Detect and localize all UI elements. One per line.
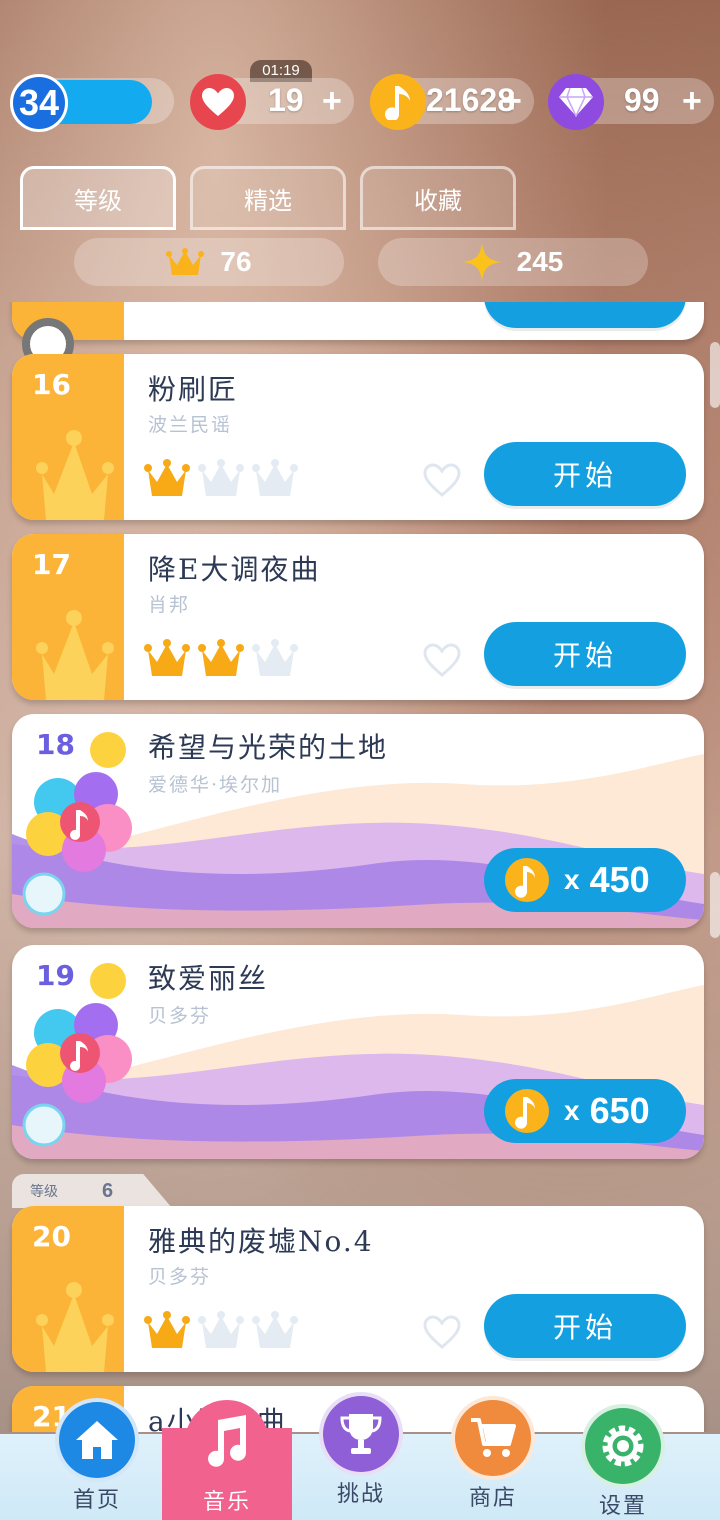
price-multiplier: x [564,864,580,895]
crown-empty-icon [252,639,298,676]
nav-shop[interactable]: 商店 [428,1396,558,1518]
add-lives-button[interactable]: + [322,82,342,121]
nav-music[interactable]: 音乐 [162,1400,292,1520]
crown-empty-icon [252,459,298,496]
nav-shop-label: 商店 [468,1486,517,1511]
crown-rating [144,458,298,498]
price-value: 450 [589,859,650,900]
unlock-price-button[interactable]: x 650 [484,1079,686,1143]
crown-icon [144,1311,190,1348]
music-note-coin-icon [370,74,426,130]
crowns-count: 76 [220,246,252,277]
song-card-18[interactable]: 18 希望与光荣的土地 爱德华·埃尔加 x 450 [12,714,704,928]
heart-icon [190,74,246,130]
nav-settings[interactable]: 设置 [558,1404,688,1520]
start-button[interactable]: 开始 [484,622,686,686]
song-number: 19 [36,959,75,992]
song-number: 18 [36,728,75,761]
song-artist: 贝多芬 [148,1266,212,1288]
gear-icon [581,1404,665,1488]
level-group-tag: 等级 6 [12,1174,172,1208]
crown-icon [144,459,190,496]
nav-challenge-label: 挑战 [336,1482,385,1507]
song-artist: 波兰民谣 [148,414,233,436]
add-gems-button[interactable]: + [682,82,702,121]
song-card-19[interactable]: 19 致爱丽丝 贝多芬 x 650 [12,945,704,1159]
crown-icon [198,639,244,676]
scrollbar-thumb-secondary[interactable] [710,872,720,938]
sparkle-star-icon [462,243,501,281]
trophy-icon [319,1392,403,1476]
start-button[interactable]: 开始 [484,1294,686,1358]
music-note-icon [185,1400,269,1484]
song-title: 降E大调夜曲 [148,553,321,586]
cart-icon [451,1396,535,1480]
stars-count: 245 [516,246,564,277]
song-title: 致爱丽丝 [148,962,269,995]
price-value: 650 [589,1090,650,1131]
song-title: 希望与光荣的土地 [148,731,389,764]
music-note-coin-icon [505,1089,549,1133]
song-artist: 爱德华·埃尔加 [148,774,283,796]
crown-rating [144,638,298,678]
favorite-heart-icon[interactable] [422,462,462,498]
diamond-icon [548,74,604,130]
scrollbar-thumb[interactable] [710,342,720,408]
group-number: 6 [102,1179,114,1202]
add-coins-button[interactable]: + [502,82,522,121]
song-number: 17 [32,548,71,581]
tab-favorites[interactable]: 收藏 [360,166,516,230]
stars-stat: 245 [378,238,648,286]
music-note-coin-icon [505,858,549,902]
song-number: 20 [32,1220,71,1253]
crowns-stat: 76 [74,238,344,286]
song-artist: 肖邦 [148,594,191,616]
tab-featured[interactable]: 精选 [190,166,346,230]
crown-empty-icon [198,459,244,496]
nav-music-label: 音乐 [202,1490,251,1515]
unlock-price-button[interactable]: x 450 [484,848,686,912]
nav-home[interactable]: 首页 [32,1398,162,1520]
song-card-17[interactable]: 17 降E大调夜曲 肖邦 开始 [12,534,704,700]
lives-count: 19 [268,82,304,118]
song-title: 粉刷匠 [148,373,239,406]
nav-home-label: 首页 [72,1488,121,1513]
group-label: 等级 [30,1183,58,1199]
home-icon [55,1398,139,1482]
song-artist: 贝多芬 [148,1005,212,1027]
song-card-partial[interactable] [12,302,704,340]
start-button[interactable]: 开始 [484,442,686,506]
favorite-heart-icon[interactable] [422,642,462,678]
song-number: 16 [32,368,71,401]
favorite-heart-icon[interactable] [422,1314,462,1350]
song-card-16[interactable]: 16 粉刷匠 波兰民谣 开始 [12,354,704,520]
crown-icon [166,248,205,275]
crown-rating [144,1310,298,1350]
song-list[interactable]: 16 粉刷匠 波兰民谣 开始 17 降E大调夜曲 肖邦 开始 18 希望与光荣的… [0,302,720,1432]
top-status-bar: 34 01:19 19 + 21628 + 99 + 等级 精选 收藏 76 2… [0,0,720,300]
song-title: 雅典的废墟No.4 [148,1225,374,1258]
level-badge: 34 [10,74,68,132]
start-button-partial[interactable] [484,302,686,328]
song-card-20[interactable]: 20 雅典的废墟No.4 贝多芬 开始 [12,1206,704,1372]
tab-level[interactable]: 等级 [20,166,176,230]
crown-empty-icon [252,1311,298,1348]
price-multiplier: x [564,1095,580,1126]
crown-empty-icon [198,1311,244,1348]
gems-count: 99 [624,82,660,118]
nav-challenge[interactable]: 挑战 [296,1392,426,1514]
nav-settings-label: 设置 [598,1494,647,1519]
crown-icon [144,639,190,676]
